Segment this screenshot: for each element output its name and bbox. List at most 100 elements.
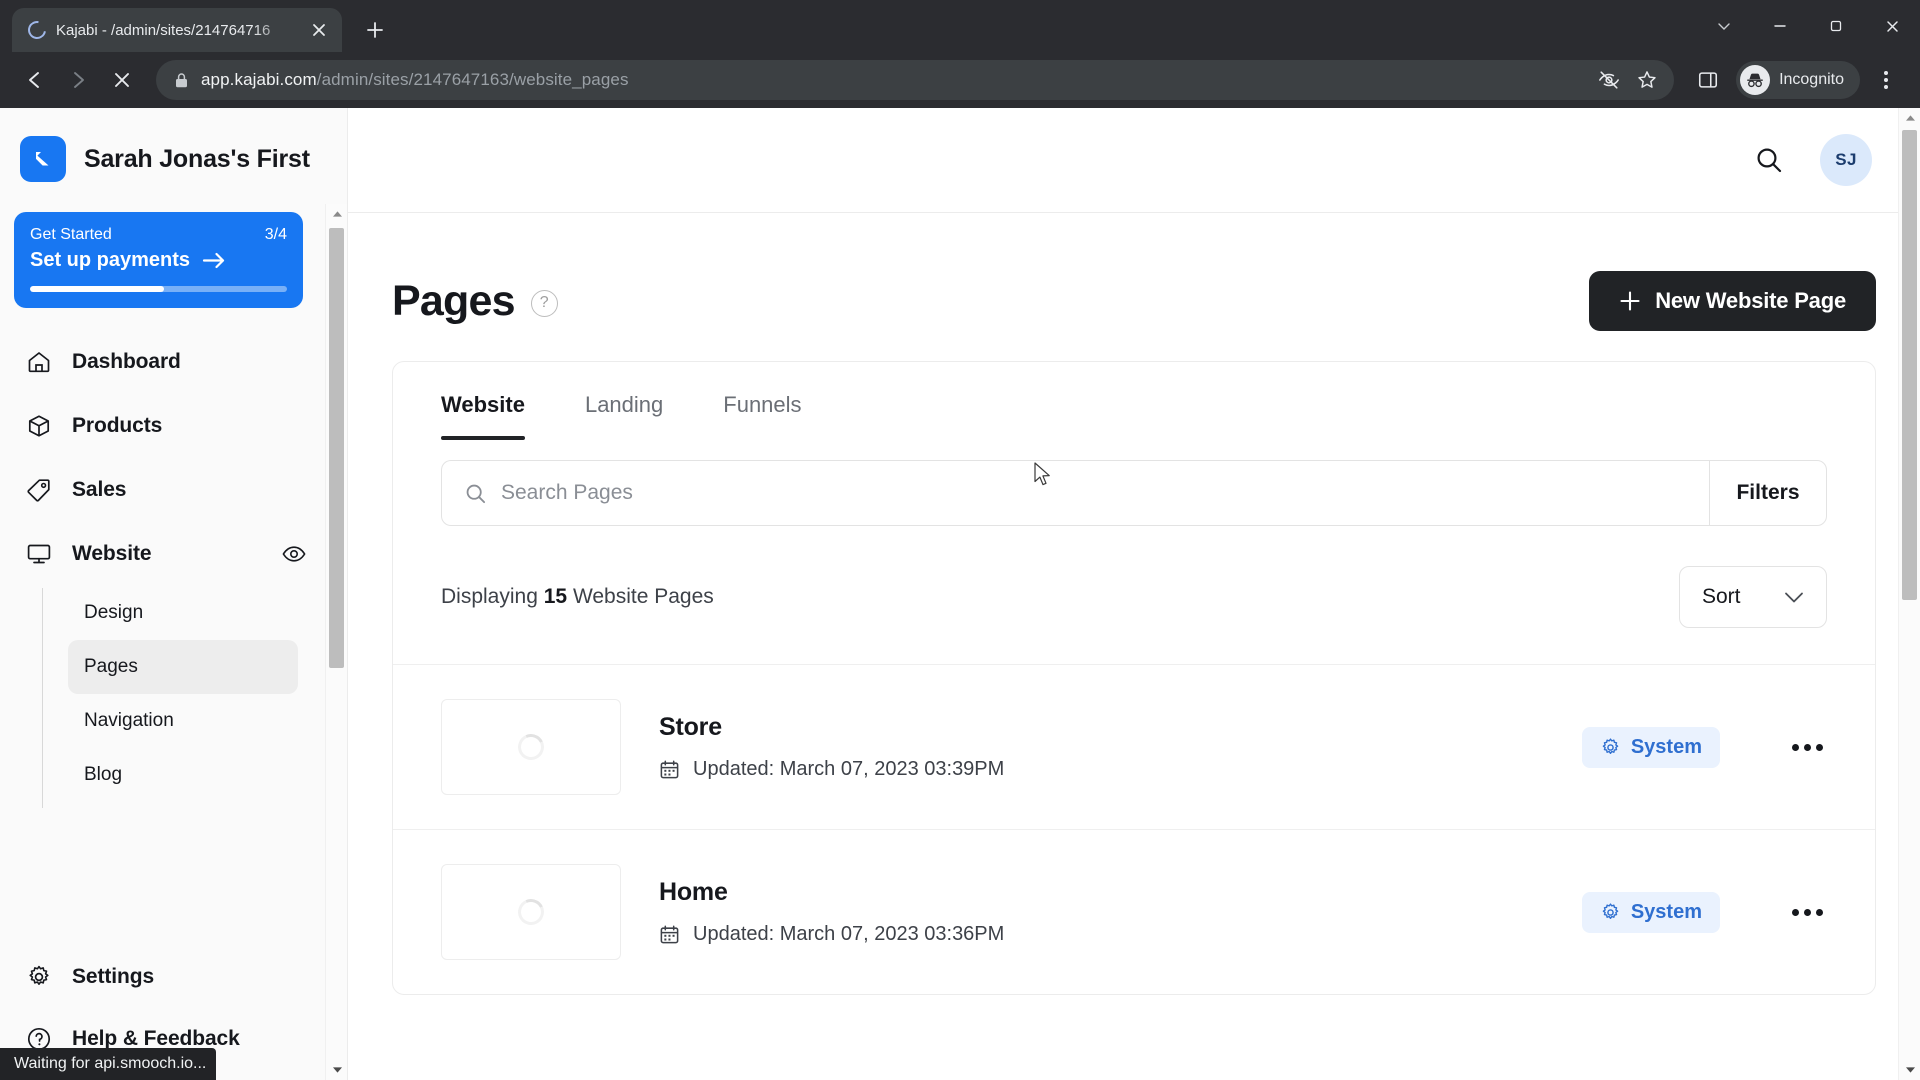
incognito-profile-button[interactable]: Incognito [1736, 61, 1860, 99]
browser-tab-strip: Kajabi - /admin/sites/214764716 [0, 0, 1920, 52]
plus-icon [1619, 290, 1641, 312]
brand-header[interactable]: Sarah Jonas's First [0, 108, 347, 204]
url-domain: app.kajabi.com [201, 70, 317, 89]
app-sidebar: Sarah Jonas's First Get Started 3/4 Set … [0, 108, 348, 1080]
sidebar-scroll-up-arrow-icon[interactable] [326, 204, 348, 224]
browser-status-bar: Waiting for api.smooch.io... [0, 1048, 217, 1080]
tab-website[interactable]: Website [441, 392, 525, 440]
sort-dropdown[interactable]: Sort [1679, 566, 1827, 628]
get-started-progress-bar [30, 286, 287, 292]
page-thumbnail [441, 864, 621, 960]
window-maximize-button[interactable] [1808, 0, 1864, 52]
stop-loading-button[interactable] [102, 60, 142, 100]
arrow-right-icon [202, 252, 226, 269]
sidebar-item-dashboard[interactable]: Dashboard [0, 330, 325, 394]
toolbar-right-actions: Incognito [1688, 60, 1906, 100]
eye-icon[interactable] [281, 541, 307, 567]
sort-label: Sort [1702, 585, 1741, 608]
new-tab-button[interactable] [356, 11, 394, 49]
get-started-action-label: Set up payments [30, 249, 191, 271]
browser-window: Kajabi - /admin/sites/214764716 app.kaja… [0, 0, 1920, 1080]
address-bar[interactable]: app.kajabi.com/admin/sites/2147647163/we… [156, 60, 1675, 100]
home-icon [25, 349, 52, 376]
sidebar-nav: Dashboard Products Sales Website Design … [0, 308, 325, 808]
sidebar-item-sales[interactable]: Sales [0, 458, 325, 522]
sidebar-item-design[interactable]: Design [68, 586, 298, 640]
window-minimize-button[interactable] [1752, 0, 1808, 52]
window-minimize-chevron-icon[interactable] [1696, 0, 1752, 52]
search-input[interactable]: Search Pages [441, 460, 1709, 526]
calendar-icon [659, 759, 680, 780]
page-scroll-down-arrow-icon[interactable] [1899, 1060, 1920, 1080]
question-mark-icon[interactable]: ? [530, 289, 558, 317]
bookmark-star-icon[interactable] [1630, 63, 1664, 97]
listing-summary-row: Displaying 15 Website Pages Sort [393, 526, 1875, 664]
incognito-icon [1740, 65, 1771, 95]
page-scrollbar[interactable] [1898, 108, 1920, 1080]
page-name: Home [659, 878, 728, 906]
new-website-page-label: New Website Page [1655, 288, 1846, 313]
window-controls [1696, 0, 1920, 52]
browser-tab[interactable]: Kajabi - /admin/sites/214764716 [12, 8, 342, 52]
sidebar-scrollbar[interactable] [325, 204, 347, 1080]
tracking-protection-eye-off-icon[interactable] [1592, 63, 1626, 97]
site-name: Sarah Jonas's First [84, 144, 310, 173]
tab-title: Kajabi - /admin/sites/214764716 [56, 21, 271, 39]
address-bar-url: app.kajabi.com/admin/sites/2147647163/we… [201, 70, 1580, 90]
tab-landing[interactable]: Landing [585, 392, 663, 440]
tab-loading-spinner-icon [24, 17, 50, 43]
sidebar-item-navigation[interactable]: Navigation [68, 694, 298, 748]
tab-funnels[interactable]: Funnels [723, 392, 801, 440]
incognito-label: Incognito [1779, 71, 1844, 88]
sidebar-fade-overlay [0, 920, 347, 946]
sidebar-item-website[interactable]: Website [0, 522, 325, 586]
sidebar-item-label: Website [72, 542, 152, 565]
tab-close-icon[interactable] [306, 17, 332, 43]
page-header: Pages ? New Website Page [392, 213, 1876, 361]
get-started-count: 3/4 [264, 226, 287, 243]
browser-menu-icon[interactable] [1866, 60, 1906, 100]
back-button[interactable] [14, 60, 54, 100]
sidebar-item-settings[interactable]: Settings [0, 946, 347, 1008]
sidebar-item-label: Settings [72, 965, 155, 988]
sidebar-subitem-label: Pages [84, 656, 138, 677]
page-scrollbar-thumb[interactable] [1902, 130, 1917, 600]
page-scroll-up-arrow-icon[interactable] [1899, 108, 1920, 128]
sidebar-item-label: Products [72, 414, 163, 437]
window-close-button[interactable] [1864, 0, 1920, 52]
get-started-card[interactable]: Get Started 3/4 Set up payments [14, 212, 303, 308]
url-path: /admin/sites/2147647163/website_pages [316, 70, 629, 89]
site-security-lock-icon[interactable] [174, 72, 189, 89]
ellipsis-icon[interactable] [1792, 743, 1823, 751]
new-website-page-button[interactable]: New Website Page [1589, 271, 1876, 331]
gear-icon [25, 964, 52, 991]
side-panel-icon[interactable] [1688, 60, 1728, 100]
tab-label: Landing [584, 392, 664, 417]
gear-icon [1600, 902, 1621, 923]
status-badge: System [1581, 891, 1720, 933]
app-header: SJ [348, 108, 1920, 213]
chevron-down-icon [1784, 591, 1804, 604]
loading-spinner-icon [514, 895, 548, 929]
gear-icon [1600, 737, 1621, 758]
sidebar-scrollbar-thumb[interactable] [329, 228, 344, 668]
ellipsis-icon[interactable] [1792, 908, 1823, 916]
sidebar-scroll-down-arrow-icon[interactable] [326, 1060, 348, 1080]
avatar[interactable]: SJ [1820, 134, 1872, 186]
forward-button[interactable] [58, 60, 98, 100]
monitor-icon [25, 541, 52, 568]
status-text: Waiting for api.smooch.io... [14, 1055, 207, 1072]
sidebar-item-label: Sales [72, 478, 127, 501]
search-placeholder: Search Pages [501, 481, 633, 504]
browser-toolbar: app.kajabi.com/admin/sites/2147647163/we… [0, 52, 1920, 108]
table-row[interactable]: Home Updated: March 07, 2023 03:36PM Sys… [393, 829, 1875, 994]
table-row[interactable]: Store Updated: March 07, 2023 03:39PM Sy… [393, 664, 1875, 829]
sidebar-item-pages[interactable]: Pages [68, 640, 298, 694]
sidebar-item-blog[interactable]: Blog [68, 748, 298, 802]
sidebar-item-products[interactable]: Products [0, 394, 325, 458]
filters-button[interactable]: Filters [1709, 460, 1827, 526]
panel-tabs: Website Landing Funnels [393, 362, 1875, 440]
search-icon[interactable] [1752, 143, 1786, 177]
avatar-initials: SJ [1835, 150, 1857, 169]
status-badge-label: System [1630, 900, 1702, 923]
